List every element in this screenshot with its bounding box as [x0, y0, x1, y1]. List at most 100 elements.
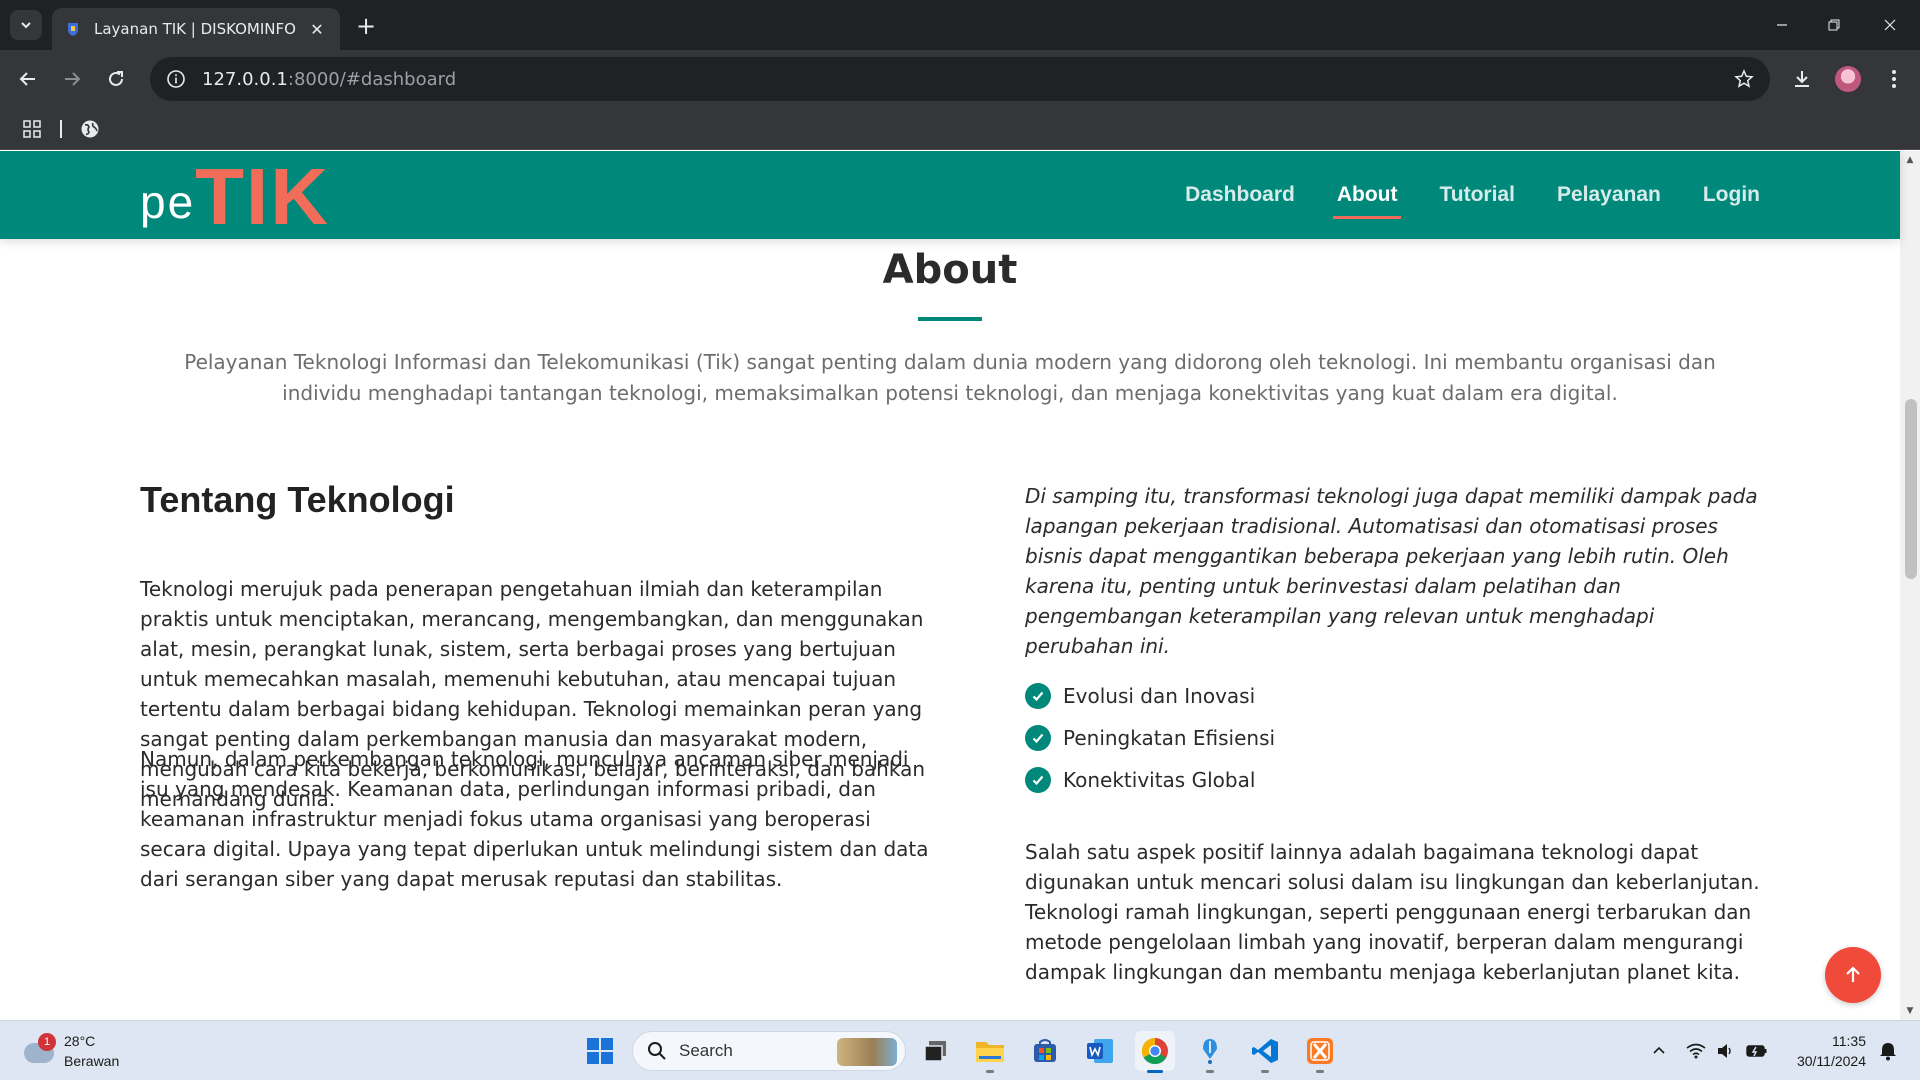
section-intro: Pelayanan Teknologi Informasi dan Teleko…	[184, 350, 1716, 405]
checklist-label: Evolusi dan Inovasi	[1063, 684, 1256, 708]
volume-control[interactable]	[1712, 1021, 1740, 1080]
tab-search-button[interactable]	[10, 10, 42, 40]
reload-icon	[109, 71, 123, 86]
pen-app-icon	[1203, 1039, 1217, 1064]
paragraph-lingkungan: Salah satu aspek positif lainnya adalah …	[1025, 840, 1760, 984]
checklist-label: Peningkatan Efisiensi	[1063, 726, 1276, 750]
battery-status[interactable]	[1742, 1021, 1772, 1080]
list-item: Konektivitas Global	[1025, 759, 1765, 801]
checklist-label: Konektivitas Global	[1063, 768, 1256, 792]
scrollbar-thumb[interactable]	[1905, 399, 1917, 579]
weather-temperature: 28°C	[64, 1033, 96, 1049]
browser-toolbar: 127.0.0.1:8000/#dashboard	[0, 50, 1920, 108]
more-vertical-icon	[1892, 70, 1896, 88]
browser-tab-active[interactable]: Layanan TIK | DISKOMINFO ✕	[52, 8, 340, 50]
clock-time: 11:35	[1832, 1033, 1866, 1049]
section-title: About	[882, 247, 1018, 293]
bookmarks-bar	[0, 108, 1920, 150]
taskbar-app-file-explorer[interactable]	[970, 1031, 1010, 1073]
page-scrollbar[interactable]: ▲ ▼	[1900, 151, 1920, 1020]
nav-link-pelayanan[interactable]: Pelayanan	[1557, 177, 1661, 213]
url-path: :8000/#dashboard	[287, 68, 457, 90]
word-icon	[1087, 1039, 1113, 1063]
task-view-icon	[924, 1041, 946, 1062]
vscode-icon	[1252, 1039, 1278, 1063]
xampp-icon	[1307, 1038, 1333, 1064]
forward-button[interactable]	[56, 63, 88, 95]
chevron-up-icon	[1653, 1046, 1665, 1054]
close-window-button[interactable]	[1862, 0, 1918, 50]
bell-icon	[1880, 1043, 1896, 1061]
taskbar-app-chrome[interactable]	[1135, 1031, 1175, 1073]
restore-icon	[1828, 19, 1840, 31]
bookmarks-divider	[60, 120, 62, 138]
browser-menu-button[interactable]	[1878, 63, 1910, 95]
arrow-left-icon	[19, 72, 35, 86]
about-right-column: Di samping itu, transformasi teknologi j…	[1025, 481, 1765, 987]
system-clock[interactable]: 11:35 30/11/2024	[1786, 1031, 1866, 1071]
chevron-down-icon	[21, 22, 31, 29]
wifi-icon	[1686, 1043, 1706, 1059]
windows-taskbar: 1 28°C Berawan Search 11:35 30/11/2024	[0, 1020, 1920, 1080]
new-tab-button[interactable]: +	[352, 12, 380, 40]
page-viewport: pe TIK Dashboard About Tutorial Pelayana…	[0, 151, 1920, 1020]
arrow-up-icon	[1846, 966, 1860, 982]
battery-charging-icon	[1746, 1045, 1767, 1057]
taskbar-app-pen[interactable]	[1190, 1031, 1230, 1073]
apps-grid-icon[interactable]	[20, 117, 44, 141]
scroll-down-arrow-icon[interactable]: ▼	[1905, 1006, 1915, 1016]
back-button[interactable]	[12, 63, 44, 95]
store-icon	[1034, 1039, 1056, 1062]
wifi-status[interactable]	[1682, 1021, 1710, 1080]
minimize-button[interactable]	[1754, 0, 1810, 50]
nav-link-login[interactable]: Login	[1703, 177, 1760, 213]
notification-badge: 1	[38, 1033, 56, 1051]
start-button[interactable]	[580, 1031, 620, 1071]
taskbar-app-xampp[interactable]	[1300, 1031, 1340, 1073]
taskbar-app-word[interactable]	[1080, 1031, 1120, 1071]
close-icon	[1884, 19, 1896, 31]
nav-link-dashboard[interactable]: Dashboard	[1185, 177, 1295, 213]
logo-text-tik: TIK	[195, 152, 331, 241]
browser-tab-bar: Layanan TIK | DISKOMINFO ✕ +	[0, 0, 1920, 50]
check-circle-icon	[1025, 725, 1051, 751]
show-hidden-icons-button[interactable]	[1645, 1021, 1673, 1080]
notification-center-button[interactable]	[1874, 1021, 1902, 1080]
list-item: Evolusi dan Inovasi	[1025, 675, 1765, 717]
nav-link-about[interactable]: About	[1332, 177, 1402, 219]
speaker-icon	[1718, 1044, 1731, 1058]
weather-condition: Berawan	[64, 1053, 120, 1069]
address-bar[interactable]: 127.0.0.1:8000/#dashboard	[150, 57, 1770, 101]
search-label: Search	[679, 1041, 733, 1060]
taskbar-search[interactable]: Search	[632, 1031, 906, 1071]
bookmark-star-icon[interactable]	[1732, 67, 1756, 91]
about-left-column: Tentang Teknologi Teknologi merujuk pada…	[140, 479, 940, 891]
globe-bookmark-icon[interactable]	[78, 117, 102, 141]
scroll-up-arrow-icon[interactable]: ▲	[1905, 155, 1915, 165]
reload-button[interactable]	[100, 63, 132, 95]
clock-date: 30/11/2024	[1796, 1053, 1866, 1069]
arrow-right-icon	[65, 72, 81, 86]
check-circle-icon	[1025, 767, 1051, 793]
site-favicon-icon	[64, 20, 82, 38]
taskbar-app-vscode[interactable]	[1245, 1031, 1285, 1073]
site-header: pe TIK Dashboard About Tutorial Pelayana…	[0, 151, 1900, 239]
minimize-icon	[1777, 24, 1787, 26]
folder-icon	[976, 1042, 1004, 1062]
logo-text-pe: pe	[140, 176, 196, 228]
nav-link-tutorial[interactable]: Tutorial	[1439, 177, 1514, 213]
task-view-button[interactable]	[916, 1031, 956, 1071]
weather-widget[interactable]: 1 28°C Berawan	[20, 1029, 140, 1073]
site-logo[interactable]: pe TIK	[140, 152, 331, 241]
feature-checklist: Evolusi dan Inovasi Peningkatan Efisiens…	[1025, 675, 1765, 801]
list-item: Peningkatan Efisiensi	[1025, 717, 1765, 759]
restore-button[interactable]	[1806, 0, 1862, 50]
downloads-button[interactable]	[1786, 63, 1818, 95]
back-to-top-button[interactable]	[1825, 947, 1881, 1003]
site-info-icon[interactable]	[164, 67, 188, 91]
avatar	[1835, 66, 1861, 92]
tab-close-icon[interactable]: ✕	[306, 18, 328, 40]
check-circle-icon	[1025, 683, 1051, 709]
taskbar-app-store[interactable]	[1025, 1031, 1065, 1071]
profile-button[interactable]	[1832, 63, 1864, 95]
